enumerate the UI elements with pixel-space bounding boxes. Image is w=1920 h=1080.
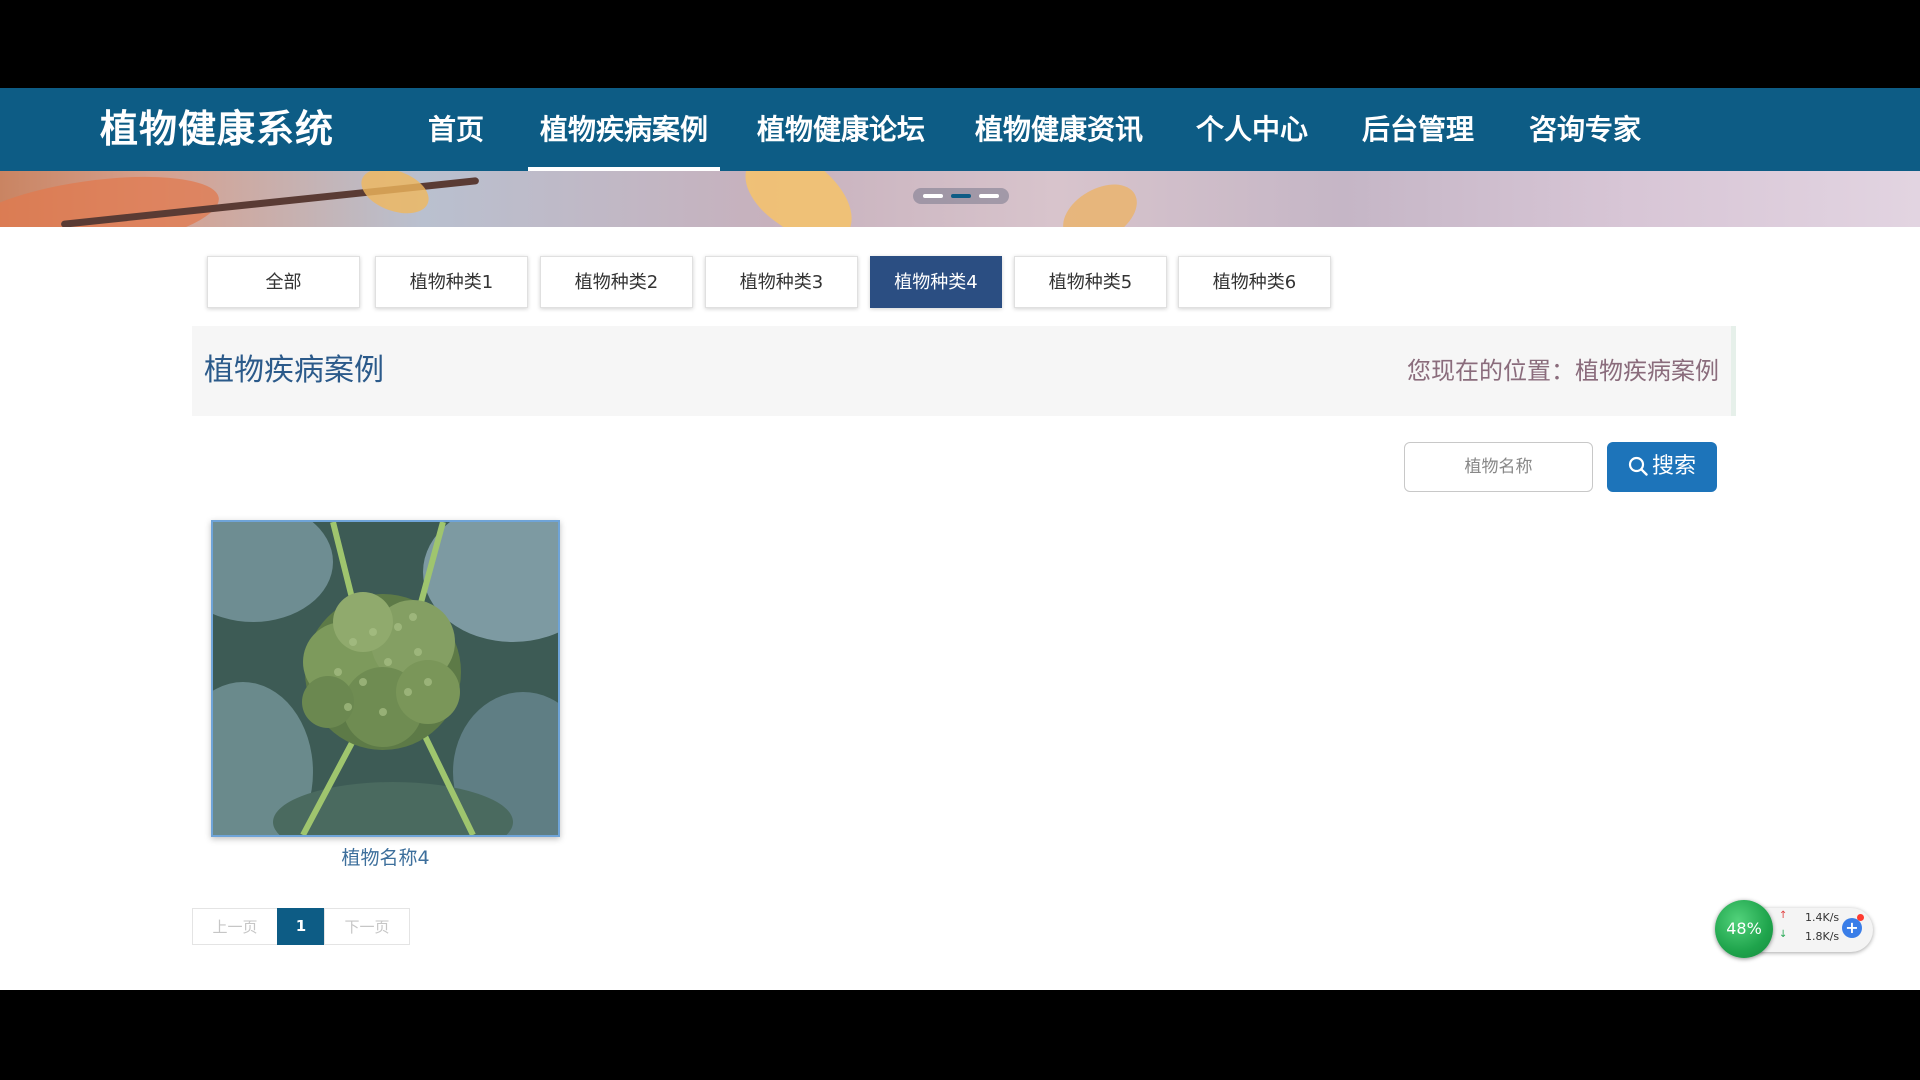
search-button[interactable]: 搜索 bbox=[1607, 442, 1717, 492]
section-header: 植物疾病案例 您现在的位置：植物疾病案例 bbox=[192, 326, 1736, 416]
category-tab-all[interactable]: 全部 bbox=[207, 256, 360, 308]
site-brand[interactable]: 植物健康系统 bbox=[100, 88, 334, 171]
nav-item-profile[interactable]: 个人中心 bbox=[1196, 88, 1308, 171]
category-tab-6[interactable]: 植物种类6 bbox=[1178, 256, 1331, 308]
memory-usage-ball[interactable]: 48% bbox=[1715, 900, 1773, 958]
nav-item-admin[interactable]: 后台管理 bbox=[1362, 88, 1474, 171]
download-arrow-icon: ↓ bbox=[1779, 929, 1788, 940]
search-button-label: 搜索 bbox=[1651, 454, 1696, 479]
plant-name-search-input[interactable] bbox=[1404, 442, 1593, 492]
nav-item-forum[interactable]: 植物健康论坛 bbox=[757, 88, 925, 171]
banner-decoration bbox=[1052, 172, 1148, 227]
upload-speed: 1.4K/s bbox=[1805, 911, 1840, 924]
category-tab-5[interactable]: 植物种类5 bbox=[1014, 256, 1167, 308]
nav-item-consult-expert[interactable]: 咨询专家 bbox=[1529, 88, 1641, 171]
download-speed: 1.8K/s bbox=[1805, 930, 1840, 943]
search-icon bbox=[1628, 456, 1648, 476]
notification-dot-icon bbox=[1857, 914, 1864, 921]
page-number-current[interactable]: 1 bbox=[277, 908, 325, 945]
carousel-indicators bbox=[913, 188, 1009, 204]
breadcrumb: 您现在的位置：植物疾病案例 bbox=[1407, 357, 1719, 385]
broccoli-photo bbox=[213, 522, 558, 835]
category-tab-2[interactable]: 植物种类2 bbox=[540, 256, 693, 308]
banner-decoration bbox=[730, 171, 870, 227]
network-speed-widget[interactable]: 48% ↑ 1.4K/s ↓ 1.8K/s + bbox=[1715, 900, 1875, 958]
category-tab-1[interactable]: 植物种类1 bbox=[375, 256, 528, 308]
section-title: 植物疾病案例 bbox=[204, 353, 384, 388]
plant-card-image[interactable] bbox=[211, 520, 560, 837]
nav-item-news[interactable]: 植物健康资讯 bbox=[975, 88, 1143, 171]
nav-item-home[interactable]: 首页 bbox=[428, 88, 484, 171]
carousel-dot-1[interactable] bbox=[923, 194, 943, 198]
next-page-button[interactable]: 下一页 bbox=[324, 908, 410, 945]
category-tab-3[interactable]: 植物种类3 bbox=[705, 256, 858, 308]
plus-icon[interactable]: + bbox=[1842, 918, 1862, 938]
carousel-dot-2[interactable] bbox=[951, 194, 971, 198]
prev-page-button[interactable]: 上一页 bbox=[192, 908, 278, 945]
carousel-dot-3[interactable] bbox=[979, 194, 999, 198]
banner-decoration bbox=[355, 171, 435, 222]
upload-arrow-icon: ↑ bbox=[1779, 910, 1788, 921]
app-window: 植物健康系统 首页 植物疾病案例 植物健康论坛 植物健康资讯 个人中心 后台管理… bbox=[0, 88, 1920, 990]
category-tab-4[interactable]: 植物种类4 bbox=[870, 256, 1002, 308]
plant-card-name[interactable]: 植物名称4 bbox=[211, 843, 560, 870]
top-nav: 植物健康系统 首页 植物疾病案例 植物健康论坛 植物健康资讯 个人中心 后台管理… bbox=[0, 88, 1920, 171]
nav-item-disease-cases[interactable]: 植物疾病案例 bbox=[527, 88, 721, 171]
